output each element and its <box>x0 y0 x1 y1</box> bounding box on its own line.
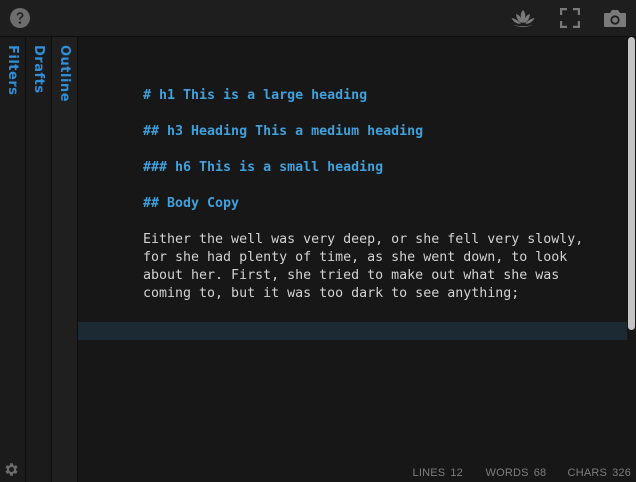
tab-filters-label: Filters <box>5 45 20 96</box>
lines-label: LINES <box>412 467 446 479</box>
status-lines: LINES 12 <box>393 455 463 482</box>
words-label: WORDS <box>485 467 529 479</box>
sidebar: Filters Drafts Outline <box>0 37 78 482</box>
lines-count: 12 <box>450 467 463 479</box>
markdown-heading-h6: ### h6 This is a small heading <box>143 160 384 175</box>
words-count: 68 <box>533 467 547 479</box>
markdown-heading-h1: # h1 This is a large heading <box>143 88 368 103</box>
camera-icon[interactable] <box>603 8 627 28</box>
chars-count: 326 <box>612 467 632 479</box>
scrollbar-thumb[interactable] <box>628 37 635 330</box>
markdown-heading-body-copy: ## Body Copy <box>143 196 240 211</box>
lotus-icon[interactable] <box>510 8 536 28</box>
question-circle-icon[interactable] <box>9 7 31 29</box>
gear-icon[interactable] <box>3 461 20 478</box>
tab-outline[interactable]: Outline <box>52 37 78 482</box>
tab-outline-label: Outline <box>57 45 72 103</box>
body-paragraph: Either the well was very deep, or she fe… <box>143 232 584 301</box>
editor-content[interactable]: # h1 This is a large heading ## h3 Headi… <box>143 87 623 303</box>
tab-drafts-label: Drafts <box>31 45 46 94</box>
top-toolbar <box>0 0 636 37</box>
tab-filters[interactable]: Filters <box>0 37 26 482</box>
scrollbar[interactable] <box>627 37 636 482</box>
app-window: Filters Drafts Outline # h1 This is a la… <box>0 0 636 482</box>
markdown-heading-h3: ## h3 Heading This a medium heading <box>143 124 424 139</box>
current-line-highlight <box>78 322 627 340</box>
chars-label: CHARS <box>567 467 608 479</box>
fullscreen-icon[interactable] <box>560 8 580 28</box>
editor-pane[interactable]: # h1 This is a large heading ## h3 Headi… <box>78 37 636 482</box>
tab-drafts[interactable]: Drafts <box>26 37 52 482</box>
status-words: WORDS 68 <box>466 455 547 482</box>
status-chars: CHARS 326 <box>548 455 631 482</box>
